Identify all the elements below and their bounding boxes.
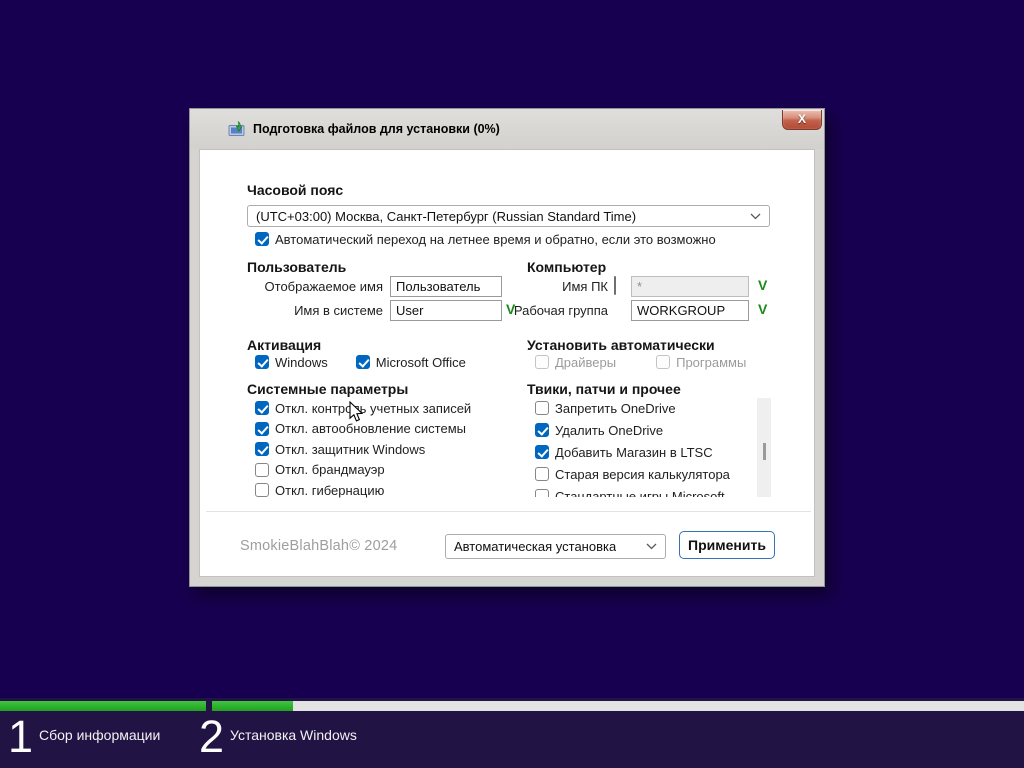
pc-name-valid-mark: V bbox=[758, 277, 767, 293]
system-name-input[interactable] bbox=[390, 300, 502, 321]
activation-heading: Активация bbox=[247, 337, 321, 353]
step2-progress-fill bbox=[212, 701, 293, 711]
display-name-input[interactable] bbox=[390, 276, 502, 297]
dst-checkbox[interactable] bbox=[255, 232, 269, 246]
setup-arrow-icon bbox=[228, 115, 246, 137]
display-name-label: Отображаемое имя bbox=[265, 279, 383, 294]
checkbox[interactable] bbox=[255, 401, 269, 415]
pc-name-label: Имя ПК bbox=[562, 279, 608, 294]
checkbox-item: Программы bbox=[656, 354, 746, 370]
checkbox-label: Microsoft Office bbox=[376, 355, 466, 370]
checkbox[interactable] bbox=[255, 355, 269, 369]
footer-separator bbox=[206, 511, 811, 512]
title-bar[interactable]: Подготовка файлов для установки (0%) bbox=[190, 109, 824, 149]
checkbox-item[interactable]: Удалить OneDrive bbox=[535, 422, 750, 438]
checkbox[interactable] bbox=[535, 467, 549, 481]
auto-install-checkbox-list: Драйверы Программы bbox=[535, 354, 746, 370]
step1-progress-fill bbox=[0, 701, 206, 711]
checkbox[interactable] bbox=[356, 355, 370, 369]
pc-name-input bbox=[631, 276, 749, 297]
checkbox-label: Windows bbox=[275, 355, 328, 370]
install-mode-selected-value: Автоматическая установка bbox=[454, 539, 616, 554]
step2-number: 2 bbox=[199, 714, 224, 759]
checkbox-label: Откл. брандмауэр bbox=[275, 462, 385, 477]
checkbox-label: Запретить OneDrive bbox=[555, 401, 676, 416]
checkbox-label: Старая версия калькулятора bbox=[555, 467, 730, 482]
install-mode-select[interactable]: Автоматическая установка bbox=[445, 534, 666, 559]
window-title: Подготовка файлов для установки (0%) bbox=[253, 116, 500, 136]
step1-label: Сбор информации bbox=[39, 727, 160, 743]
checkbox-label: Откл. защитник Windows bbox=[275, 442, 425, 457]
tweaks-checkbox-list: Запретить OneDrive Удалить OneDrive Добави… bbox=[535, 400, 750, 497]
user-heading: Пользователь bbox=[247, 259, 346, 275]
checkbox[interactable] bbox=[255, 483, 269, 497]
checkbox bbox=[656, 355, 670, 369]
checkbox[interactable] bbox=[255, 442, 269, 456]
checkbox[interactable] bbox=[255, 463, 269, 477]
step1-number: 1 bbox=[8, 714, 33, 759]
setup-progress-strip: 1 Сбор информации 2 Установка Windows bbox=[0, 698, 1024, 768]
checkbox-item[interactable]: Добавить Магазин в LTSC bbox=[535, 444, 750, 460]
tweaks-heading: Твики, патчи и прочее bbox=[527, 381, 681, 397]
checkbox-label: Добавить Магазин в LTSC bbox=[555, 445, 713, 460]
timezone-select[interactable]: (UTC+03:00) Москва, Санкт-Петербург (Rus… bbox=[247, 205, 770, 227]
tweaks-scrollbar[interactable] bbox=[757, 398, 771, 497]
step1-progress-bar bbox=[0, 701, 206, 711]
system-params-heading: Системные параметры bbox=[247, 381, 408, 397]
chevron-down-icon bbox=[646, 543, 657, 550]
checkbox-item[interactable]: Откл. гибернацию bbox=[255, 482, 471, 498]
checkbox-item[interactable]: Стандартные игры Microsoft bbox=[535, 488, 750, 497]
tweaks-scrollbar-thumb[interactable] bbox=[763, 443, 766, 460]
copyright-text: SmokieBlahBlah© 2024 bbox=[240, 538, 397, 554]
checkbox-label: Удалить OneDrive bbox=[555, 423, 663, 438]
checkbox-item[interactable]: Старая версия калькулятора bbox=[535, 466, 750, 482]
checkbox-item[interactable]: Windows bbox=[255, 354, 328, 370]
auto-install-heading: Установить автоматически bbox=[527, 337, 715, 353]
timezone-heading: Часовой пояс bbox=[247, 182, 343, 198]
dst-checkbox-label: Автоматический переход на летнее время и… bbox=[275, 232, 716, 247]
checkbox-label: Драйверы bbox=[555, 355, 616, 370]
checkbox-item[interactable]: Microsoft Office bbox=[356, 354, 466, 370]
checkbox[interactable] bbox=[535, 445, 549, 459]
checkbox[interactable] bbox=[535, 489, 549, 497]
step2-progress-bar bbox=[212, 701, 1024, 711]
checkbox-item[interactable]: Откл. брандмауэр bbox=[255, 462, 471, 478]
computer-heading: Компьютер bbox=[527, 259, 606, 275]
installer-window: Подготовка файлов для установки (0%) X Ч… bbox=[189, 108, 825, 587]
checkbox-item: Драйверы bbox=[535, 354, 616, 370]
checkbox-item[interactable]: Откл. защитник Windows bbox=[255, 441, 471, 457]
checkbox-label: Откл. гибернацию bbox=[275, 483, 384, 498]
workgroup-label: Рабочая группа bbox=[514, 303, 608, 318]
pc-name-checkbox[interactable] bbox=[614, 276, 616, 295]
checkbox[interactable] bbox=[535, 401, 549, 415]
checkbox-label: Откл. контроль учетных записей bbox=[275, 401, 471, 416]
checkbox-label: Откл. автообновление системы bbox=[275, 421, 466, 436]
checkbox[interactable] bbox=[255, 422, 269, 436]
workgroup-input[interactable] bbox=[631, 300, 749, 321]
apply-button[interactable]: Применить bbox=[679, 531, 775, 559]
system-name-label: Имя в системе bbox=[294, 303, 383, 318]
timezone-selected-value: (UTC+03:00) Москва, Санкт-Петербург (Rus… bbox=[256, 209, 636, 224]
checkbox-item[interactable]: Запретить OneDrive bbox=[535, 400, 750, 416]
mouse-cursor bbox=[349, 401, 364, 423]
checkbox-label: Стандартные игры Microsoft bbox=[555, 489, 725, 498]
dst-checkbox-row[interactable]: Автоматический переход на летнее время и… bbox=[255, 231, 716, 247]
checkbox bbox=[535, 355, 549, 369]
workgroup-valid-mark: V bbox=[758, 301, 767, 317]
chevron-down-icon bbox=[750, 213, 761, 220]
activation-checkbox-list: Windows Microsoft Office bbox=[255, 354, 466, 370]
step2-label: Установка Windows bbox=[230, 727, 357, 743]
dialog-content-panel: Часовой пояс (UTC+03:00) Москва, Санкт-П… bbox=[199, 149, 815, 577]
checkbox-label: Программы bbox=[676, 355, 746, 370]
close-button[interactable]: X bbox=[782, 110, 822, 130]
checkbox[interactable] bbox=[535, 423, 549, 437]
